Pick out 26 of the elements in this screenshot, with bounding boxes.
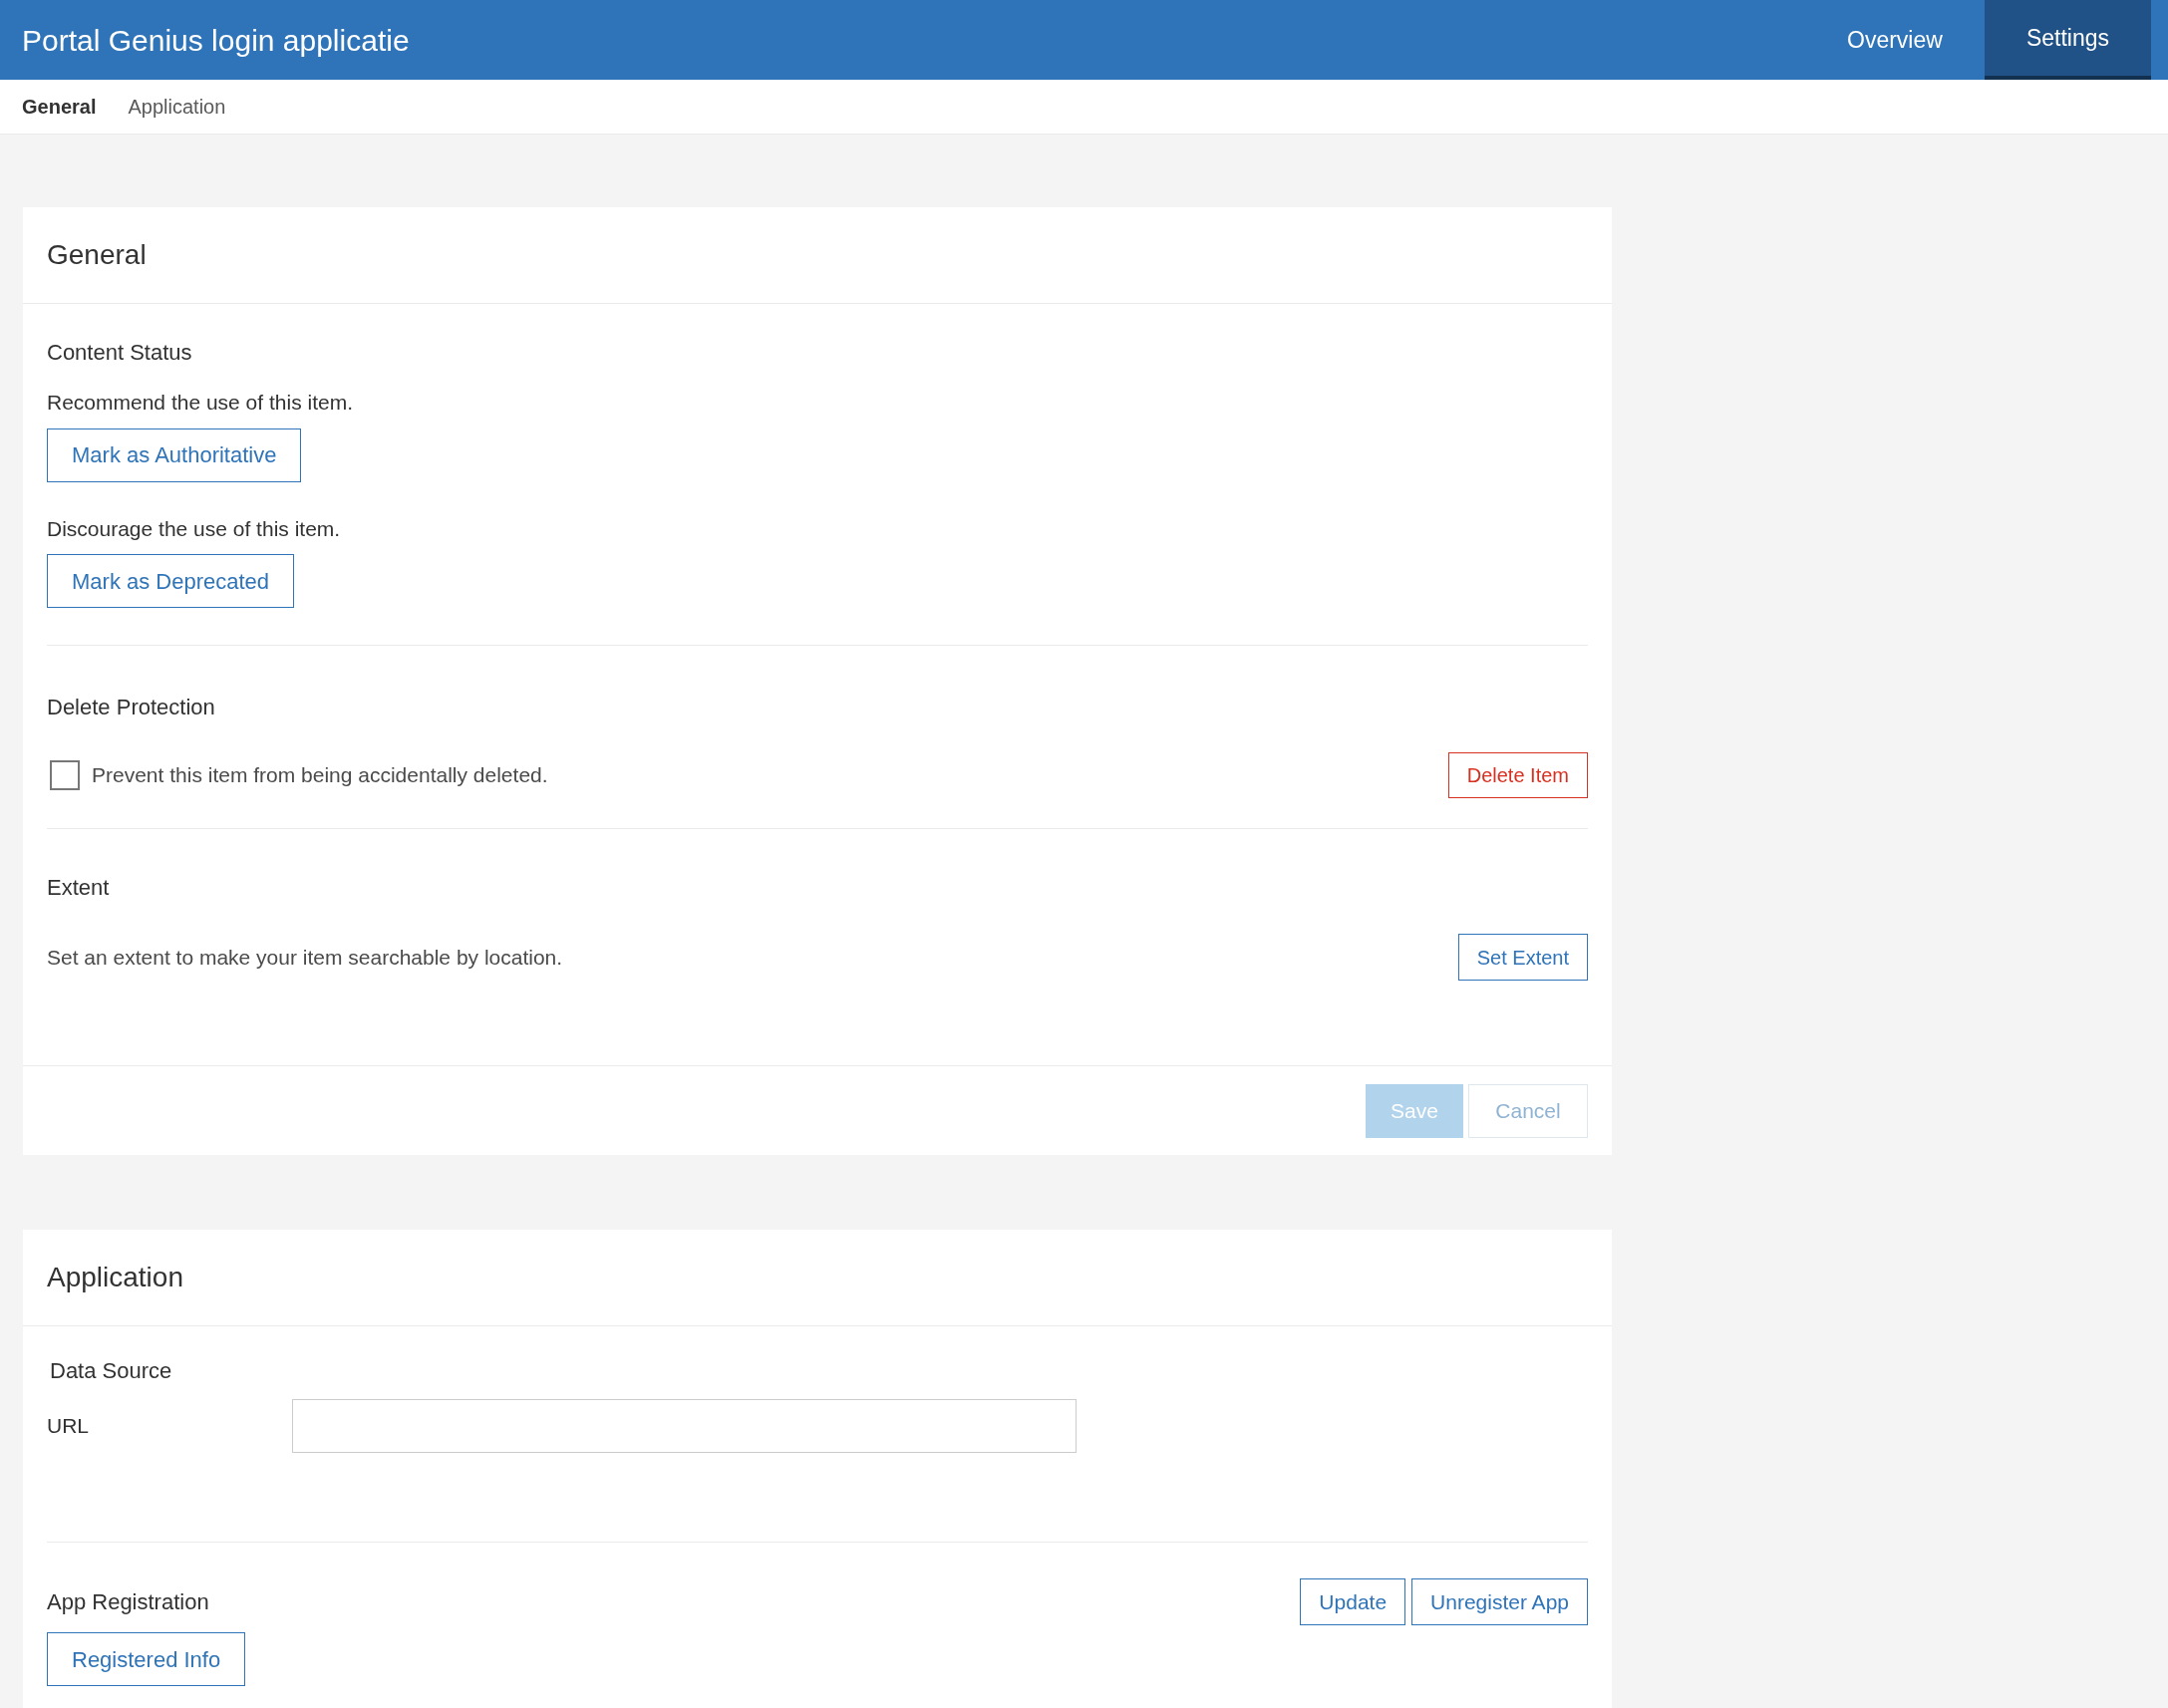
- description-text: Set an extent to make your item searchable by location.: [47, 944, 563, 971]
- checkbox-label: Prevent this item from being accidentally deleted.: [92, 762, 548, 789]
- section-heading: Delete Protection: [47, 694, 216, 721]
- card-title: General: [47, 238, 147, 272]
- field-label: URL: [47, 1413, 90, 1440]
- section-heading: Data Source: [50, 1357, 173, 1385]
- sub-nav-tab[interactable]: Application: [128, 92, 226, 122]
- registered-info-button[interactable]: Registered Info: [47, 1632, 246, 1686]
- section-heading: App Registration: [47, 1588, 209, 1616]
- app-title: Portal Genius login applicatie: [22, 22, 410, 59]
- mark-authoritative-button[interactable]: Mark as Authoritative: [47, 427, 302, 482]
- update-button[interactable]: Update: [1300, 1578, 1406, 1625]
- description-text: Discourage the use of this item.: [47, 515, 342, 542]
- sub-nav-tab[interactable]: General: [22, 92, 97, 122]
- description-text: Recommend the use of this item.: [47, 390, 354, 416]
- checkbox[interactable]: [50, 760, 80, 790]
- set-extent-button[interactable]: Set Extent: [1457, 934, 1588, 981]
- section-heading: Content Status: [47, 339, 193, 367]
- nav-tab[interactable]: Overview: [1805, 0, 1985, 80]
- section-heading: Extent: [47, 874, 111, 902]
- url-input-field[interactable]: [292, 1399, 1077, 1453]
- delete-item-button[interactable]: Delete Item: [1447, 752, 1588, 798]
- card-title: Application: [47, 1261, 183, 1294]
- mark-deprecated-button[interactable]: Mark as Deprecated: [47, 554, 295, 608]
- unregister-app-button[interactable]: Unregister App: [1411, 1578, 1588, 1625]
- nav-tab[interactable]: Settings: [1984, 0, 2151, 80]
